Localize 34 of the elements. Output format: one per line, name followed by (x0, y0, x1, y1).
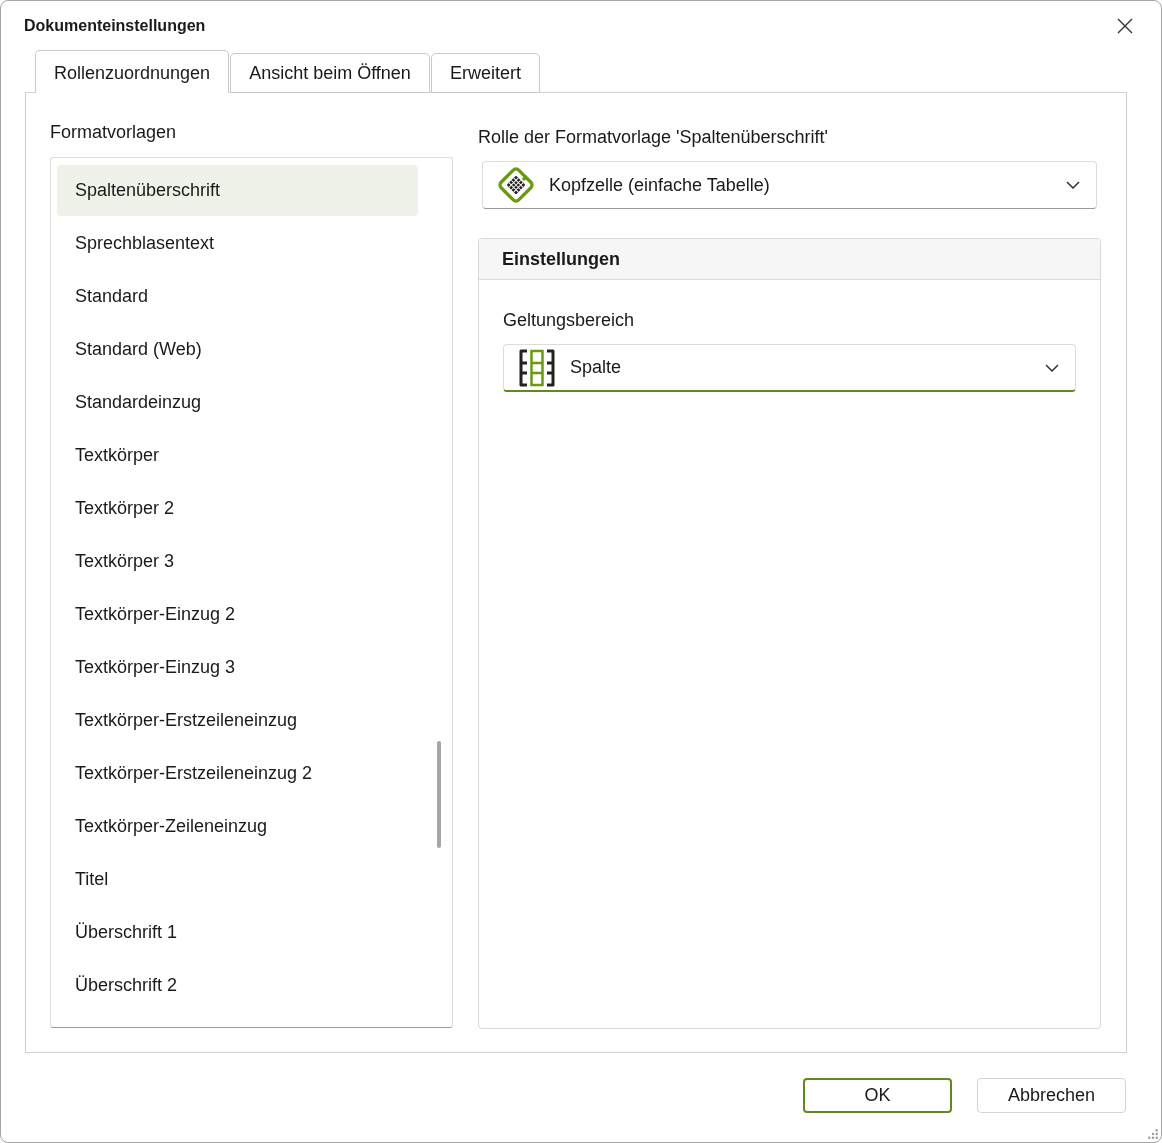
style-list-item[interactable]: Textkörper 2 (57, 483, 418, 534)
chevron-down-icon (1066, 181, 1080, 189)
style-list-item[interactable]: Standard (57, 271, 418, 322)
scrollbar-thumb[interactable] (437, 741, 441, 848)
settings-title: Einstellungen (502, 248, 620, 270)
window-title: Dokumenteinstellungen (24, 16, 206, 35)
style-list-item[interactable]: Textkörper-Zeileneinzug (57, 801, 418, 852)
role-label: Rolle der Formatvorlage 'Spaltenüberschrift' (478, 126, 830, 149)
style-list-item[interactable]: Textkörper-Einzug 3 (57, 642, 418, 693)
style-list-item[interactable]: Textkörper-Erstzeileneinzug 2 (57, 748, 418, 799)
style-list-item[interactable]: Textkörper 3 (57, 536, 418, 587)
style-list-item[interactable]: Textkörper (57, 430, 418, 481)
style-list-item[interactable]: Titel (57, 854, 418, 905)
style-list-item[interactable]: Textkörper-Einzug 2 (57, 589, 418, 640)
style-list[interactable] (50, 157, 453, 1028)
tab[interactable]: Ansicht beim Öffnen (230, 53, 430, 93)
tab[interactable]: Rollenzuordnungen (35, 50, 230, 93)
close-icon[interactable] (1117, 17, 1133, 34)
resize-grip-icon[interactable] (1148, 1129, 1158, 1139)
chevron-down-icon (1045, 363, 1059, 372)
style-list-item[interactable]: Überschrift 1 (57, 907, 418, 958)
style-list-item[interactable]: Spaltenüberschrift (57, 165, 418, 216)
dialog-button[interactable]: Abbrechen (977, 1078, 1126, 1113)
tab[interactable]: Erweitert (430, 53, 540, 93)
scope-dropdown[interactable]: Spalte (503, 344, 1076, 392)
dialog-button[interactable]: OK (803, 1078, 952, 1113)
style-list-item[interactable]: Sprechblasentext (57, 218, 418, 269)
role-dropdown[interactable]: Kopfzelle (einfache Tabelle) (482, 161, 1097, 209)
styles-label: Formatvorlagen (50, 121, 178, 144)
style-list-item[interactable]: Standardeinzug (57, 377, 418, 428)
style-list-item[interactable]: Überschrift 2 (57, 960, 418, 1011)
scope-label: Geltungsbereich (503, 309, 636, 332)
style-list-item[interactable]: Standard (Web) (57, 324, 418, 375)
style-list-item[interactable]: Textkörper-Erstzeileneinzug (57, 695, 418, 746)
